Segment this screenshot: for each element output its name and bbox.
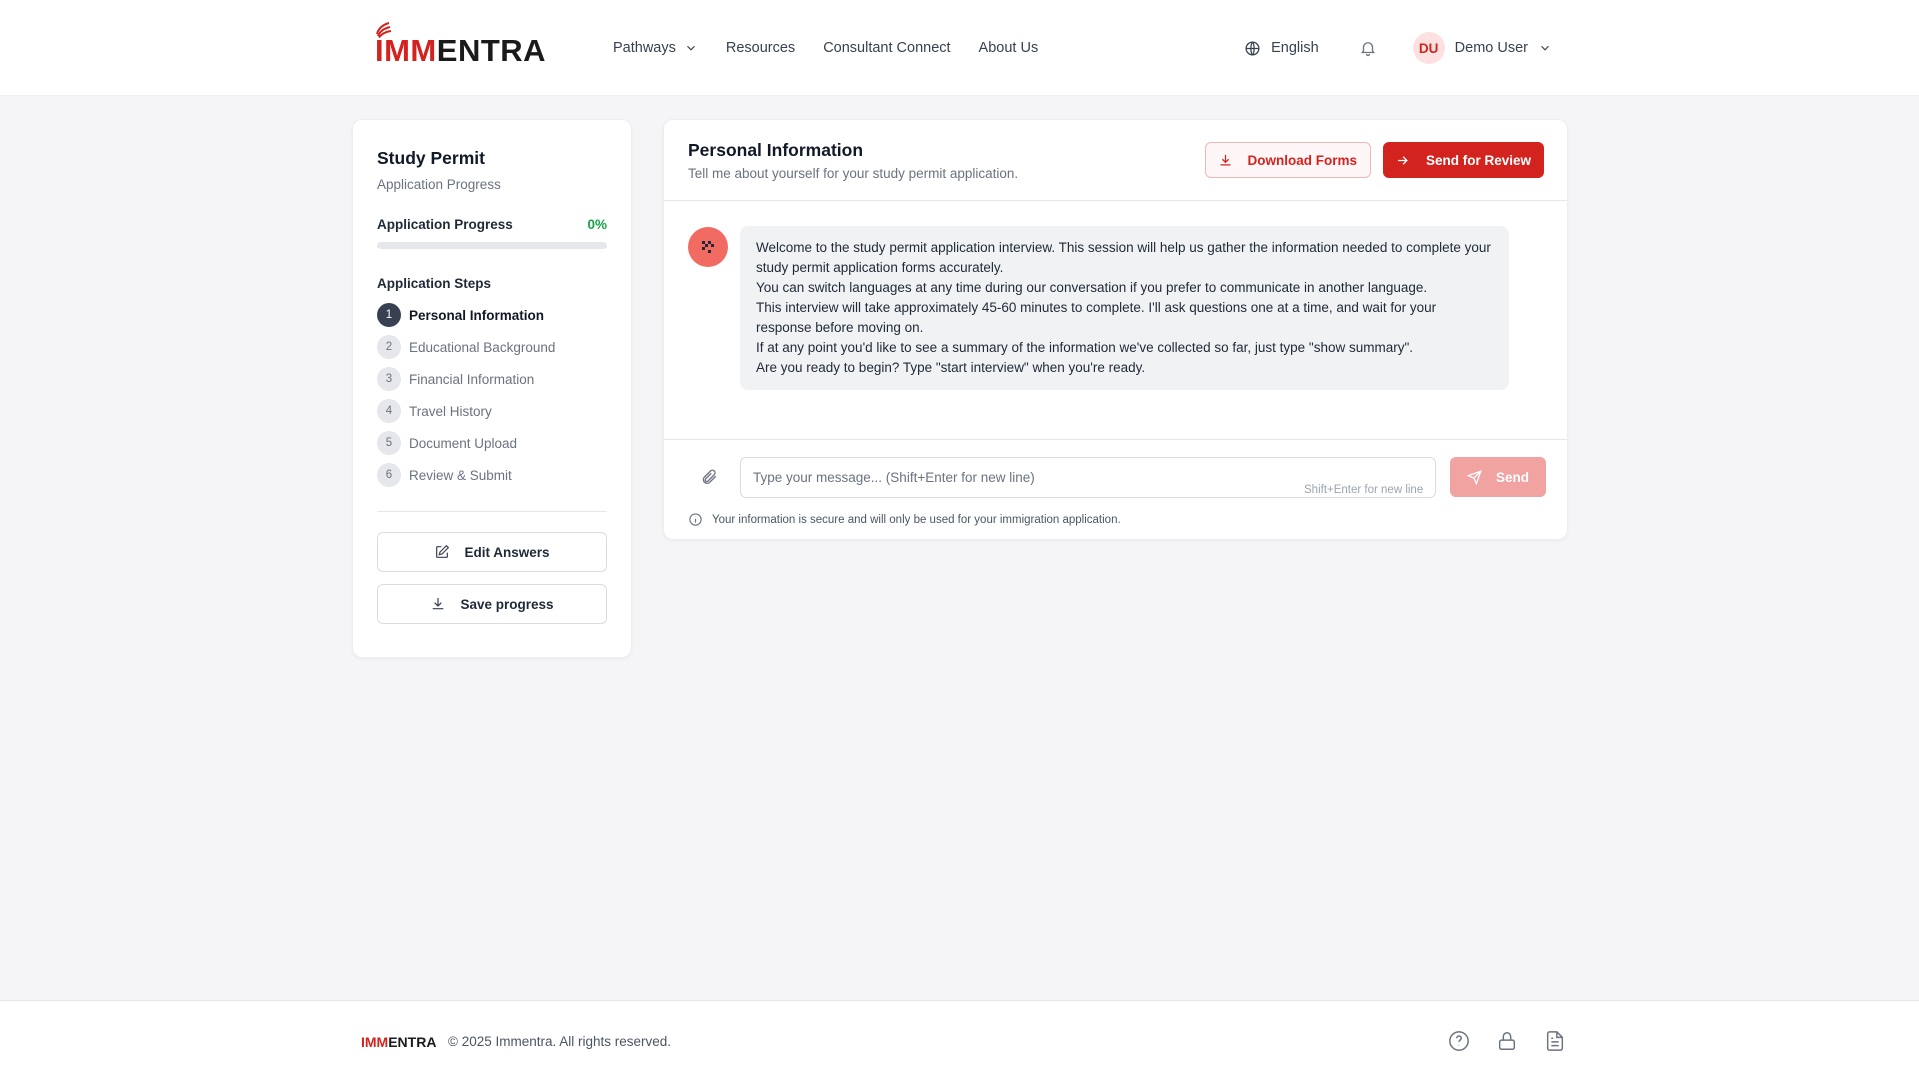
progress-percent: 0%	[587, 217, 607, 232]
step-number: 2	[377, 335, 401, 359]
step-label: Educational Background	[409, 339, 556, 355]
nav-consultant-connect-label: Consultant Connect	[823, 40, 951, 56]
nav-pathways-label: Pathways	[613, 40, 676, 56]
assistant-avatar	[688, 227, 728, 267]
download-forms-label: Download Forms	[1247, 152, 1357, 168]
avatar: DU	[1412, 32, 1445, 64]
step-number: 1	[377, 303, 401, 327]
divider	[377, 511, 607, 512]
step-label: Review & Submit	[409, 467, 512, 483]
logo-mark-icon	[376, 22, 392, 38]
save-progress-button[interactable]: Save progress	[377, 584, 607, 624]
help-icon[interactable]	[1448, 1030, 1470, 1052]
steps-title: Application Steps	[377, 276, 492, 291]
security-note: Your information is secure and will only…	[688, 512, 1121, 527]
step-number: 6	[377, 463, 401, 487]
paperclip-icon[interactable]	[700, 468, 718, 486]
download-icon	[433, 598, 444, 610]
step-label: Personal Information	[409, 307, 545, 323]
user-menu[interactable]: DU Demo User	[1412, 32, 1552, 64]
message-line: This interview will take approximately 4…	[756, 300, 1437, 335]
step-number: 3	[377, 367, 401, 391]
main-nav: Pathways Resources Consultant Connect Ab…	[613, 0, 1038, 96]
send-for-review-button[interactable]: Send for Review	[1382, 142, 1544, 178]
edit-answers-label: Edit Answers	[464, 544, 550, 560]
step-educational-background[interactable]: 2 Educational Background	[377, 331, 607, 363]
step-personal-information[interactable]: 1 Personal Information	[377, 299, 607, 331]
message-line: Are you ready to begin? Type "start inte…	[756, 360, 1146, 375]
bell-icon[interactable]	[1359, 39, 1377, 57]
nav-pathways[interactable]: Pathways	[613, 40, 698, 56]
message-line: You can switch languages at any time dur…	[756, 280, 1428, 295]
step-number: 4	[377, 399, 401, 423]
panel-actions: Download Forms Send for Review	[1205, 142, 1544, 178]
arrow-right-icon	[1398, 155, 1408, 165]
message-line: If at any point you'd like to see a summ…	[756, 340, 1414, 355]
nav-resources-label: Resources	[725, 40, 796, 56]
download-forms-button[interactable]: Download Forms	[1205, 142, 1371, 178]
progress-label: Application Progress	[377, 217, 513, 232]
info-icon	[689, 513, 702, 526]
edit-answers-button[interactable]: Edit Answers	[377, 532, 607, 572]
chat-area: Welcome to the study permit application …	[664, 201, 1567, 439]
footer-icons	[1448, 1030, 1566, 1052]
chevron-down-icon	[1541, 45, 1549, 51]
sidebar-subtitle: Application Progress	[377, 177, 501, 192]
step-review-submit[interactable]: 6 Review & Submit	[377, 459, 607, 491]
download-icon	[1220, 154, 1231, 165]
copyright-text: © 2025 Immentra. All rights reserved.	[448, 1034, 672, 1049]
send-for-review-label: Send for Review	[1425, 152, 1531, 168]
document-icon[interactable]	[1544, 1030, 1566, 1052]
step-label: Document Upload	[409, 435, 518, 451]
edit-icon	[436, 544, 450, 558]
input-hint: Shift+Enter for new line	[1304, 484, 1424, 496]
application-sidebar: Study Permit Application Progress Applic…	[352, 119, 632, 658]
language-label: English	[1271, 40, 1319, 56]
nav-consultant-connect[interactable]: Consultant Connect	[823, 40, 950, 56]
chevron-down-icon	[686, 45, 695, 51]
panel-header: Personal Information Tell me about yours…	[664, 120, 1567, 201]
header-actions: English DU Demo User	[1244, 0, 1552, 96]
assistant-message: Welcome to the study permit application …	[740, 226, 1509, 390]
footer-logo[interactable]: IMMENTRA	[361, 1034, 436, 1050]
interview-panel: Personal Information Tell me about yours…	[663, 119, 1568, 540]
message-line: Welcome to the study permit application …	[756, 240, 1491, 275]
logo-text: IMMENTRA	[375, 33, 547, 68]
nav-resources[interactable]: Resources	[726, 40, 795, 56]
step-document-upload[interactable]: 5 Document Upload	[377, 427, 607, 459]
sidebar-title: Study Permit	[377, 148, 485, 168]
steps-list: 1 Personal Information 2 Educational Backg…	[377, 299, 607, 491]
step-travel-history[interactable]: 4 Travel History	[377, 395, 607, 427]
step-label: Travel History	[409, 403, 492, 419]
lock-icon[interactable]	[1496, 1030, 1518, 1052]
top-header: IMMENTRA Pathways Resources Consultant C…	[0, 0, 1919, 96]
step-label: Financial Information	[409, 371, 535, 387]
progress-row: Application Progress 0%	[377, 217, 607, 232]
immentra-logo[interactable]: IMMENTRA	[375, 22, 546, 66]
send-icon	[1466, 469, 1482, 485]
assistant-bot-icon	[702, 241, 714, 253]
nav-about-us-label: About Us	[978, 40, 1039, 56]
step-financial-information[interactable]: 3 Financial Information	[377, 363, 607, 395]
nav-about-us[interactable]: About Us	[979, 40, 1039, 56]
send-button[interactable]: Send	[1450, 457, 1546, 497]
send-label: Send	[1495, 469, 1529, 485]
user-name: Demo User	[1454, 40, 1528, 56]
message-composer: Shift+Enter for new line Send Your infor…	[664, 439, 1567, 539]
security-note-text: Your information is secure and will only…	[712, 513, 1121, 526]
save-progress-label: Save progress	[460, 596, 554, 612]
page-footer: IMMENTRA © 2025 Immentra. All rights res…	[0, 1000, 1919, 1079]
language-selector[interactable]: English	[1244, 40, 1319, 57]
progress-bar	[377, 242, 607, 249]
globe-icon	[1245, 40, 1260, 56]
step-number: 5	[377, 431, 401, 455]
